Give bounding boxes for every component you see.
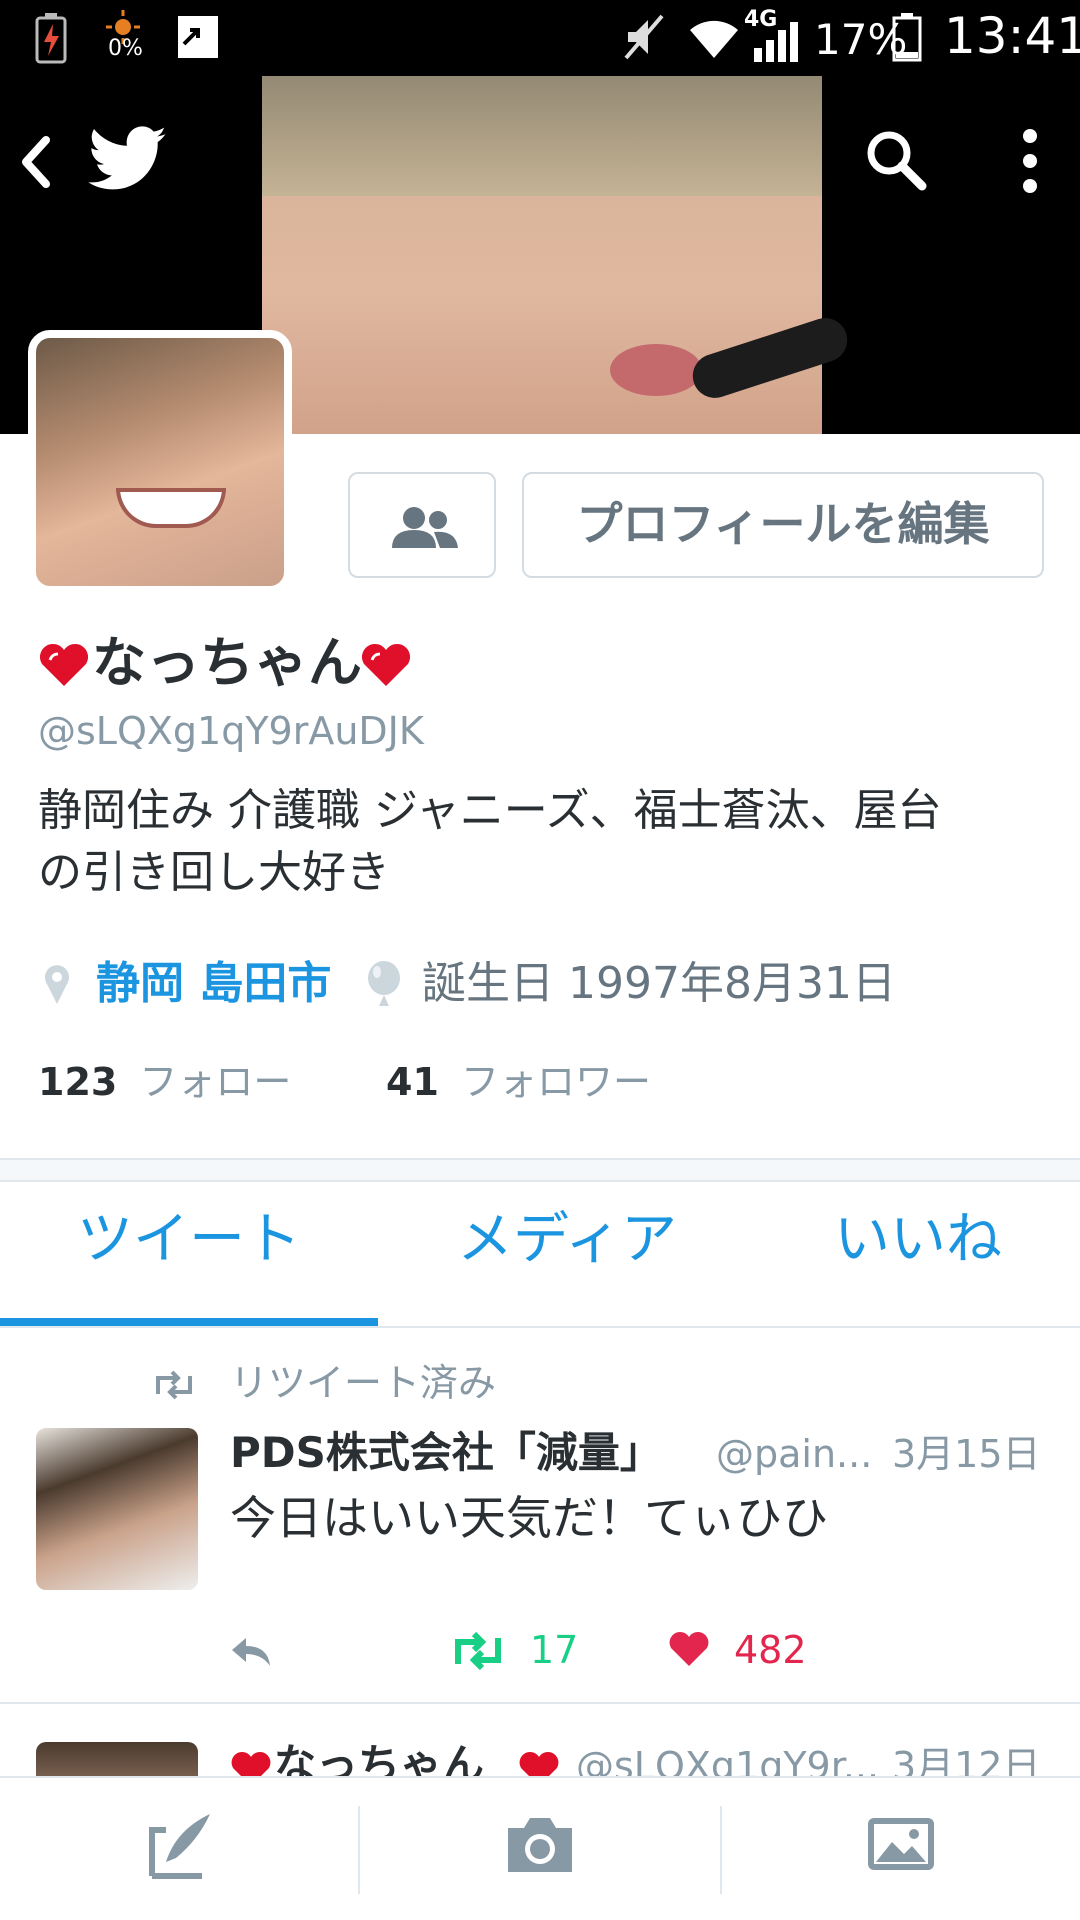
- cell-signal-icon: [754, 22, 798, 62]
- twitter-bird-icon[interactable]: [88, 126, 168, 192]
- tweet-author-avatar[interactable]: [36, 1742, 198, 1778]
- screen-mirror-icon: [178, 16, 218, 58]
- clock: 13:41: [944, 7, 1080, 65]
- bio-line-2: の引き回し大好き: [38, 847, 390, 898]
- compose-tweet-icon[interactable]: [146, 1810, 216, 1882]
- followers-count: 41: [386, 1060, 439, 1104]
- search-icon[interactable]: [864, 128, 928, 192]
- tweet-author-name: なっちゃん: [274, 1740, 485, 1778]
- tab-media[interactable]: メディア: [378, 1180, 756, 1300]
- heart-emoji-icon: [519, 1752, 559, 1778]
- battery-charging-icon: [35, 13, 67, 64]
- followers-stat[interactable]: 41 フォロワー: [386, 1054, 651, 1110]
- user-handle: @sLQXg1qY9rAuDJK: [38, 709, 424, 753]
- people-icon: [392, 507, 458, 548]
- heart-emoji-icon: [39, 643, 89, 686]
- retweet-small-icon: [156, 1370, 192, 1400]
- image-gallery-icon[interactable]: [866, 1816, 936, 1872]
- edit-profile-button[interactable]: プロフィールを編集: [522, 472, 1044, 578]
- tweet-date: 3月15日: [892, 1432, 1041, 1476]
- bio: 静岡住み 介護職 ジャニーズ、福士蒼汰、屋台 の引き回し大好き: [38, 780, 1048, 904]
- camera-icon[interactable]: [504, 1814, 576, 1874]
- bio-line-1: 静岡住み 介護職 ジャニーズ、福士蒼汰、屋台: [38, 785, 942, 836]
- like-count: 482: [734, 1628, 807, 1672]
- tweet-author-name: PDS株式会社「減量」: [230, 1428, 662, 1477]
- retweet-icon[interactable]: [450, 1632, 506, 1670]
- power-saving-percent: 0%: [108, 36, 143, 61]
- retweeted-label: リツイート済み: [230, 1361, 497, 1405]
- tweet-item[interactable]: リツイート済み PDS株式会社「減量」 @pain... 3月15日 今日はいい…: [0, 1328, 1080, 1704]
- back-arrow-icon[interactable]: [18, 134, 54, 190]
- tweet-author-handle: @sLQXg1qY9r...: [576, 1744, 880, 1778]
- tab-tweets[interactable]: ツイート: [0, 1180, 378, 1300]
- mute-icon: [624, 14, 664, 60]
- wifi-icon: [690, 20, 738, 58]
- tweet-item[interactable]: なっちゃん @sLQXg1qY9r... 3月12日: [0, 1706, 1080, 1778]
- birthday-label: 誕生日: [422, 958, 554, 1009]
- tweet-date: 3月12日: [892, 1744, 1041, 1778]
- reply-icon[interactable]: [228, 1634, 274, 1668]
- like-heart-icon[interactable]: [668, 1630, 710, 1668]
- location-pin-icon: [45, 965, 69, 1004]
- display-name: なっちゃん: [92, 631, 362, 694]
- compose-bar: [0, 1776, 1080, 1920]
- more-vertical-icon[interactable]: [1012, 126, 1048, 196]
- retweet-count: 17: [530, 1628, 579, 1672]
- followers-label: フォロワー: [460, 1060, 651, 1104]
- following-count: 123: [38, 1060, 118, 1104]
- tab-likes[interactable]: いいね: [756, 1180, 1080, 1300]
- status-bar: 0% 4G 17% 13:41: [0, 0, 1080, 76]
- tweet-author-handle: @pain...: [716, 1432, 873, 1476]
- location-link[interactable]: 静岡 島田市: [96, 954, 331, 1014]
- following-label: フォロー: [139, 1060, 292, 1104]
- tweet-text: 今日はいい天気だ！てぃひひ: [230, 1491, 828, 1545]
- birthday: 誕生日 1997年8月31日: [422, 954, 896, 1014]
- tweet-author-avatar[interactable]: [36, 1428, 198, 1590]
- birthday-date: 1997年8月31日: [568, 958, 896, 1009]
- battery-icon: [892, 13, 922, 62]
- following-stat[interactable]: 123 フォロー: [38, 1054, 291, 1110]
- profile-avatar[interactable]: [28, 330, 292, 594]
- balloon-icon: [368, 961, 400, 1006]
- section-divider: [0, 1158, 1080, 1182]
- heart-emoji-icon: [231, 1752, 271, 1778]
- heart-emoji-icon: [361, 643, 411, 686]
- follow-suggestions-button[interactable]: [348, 472, 496, 578]
